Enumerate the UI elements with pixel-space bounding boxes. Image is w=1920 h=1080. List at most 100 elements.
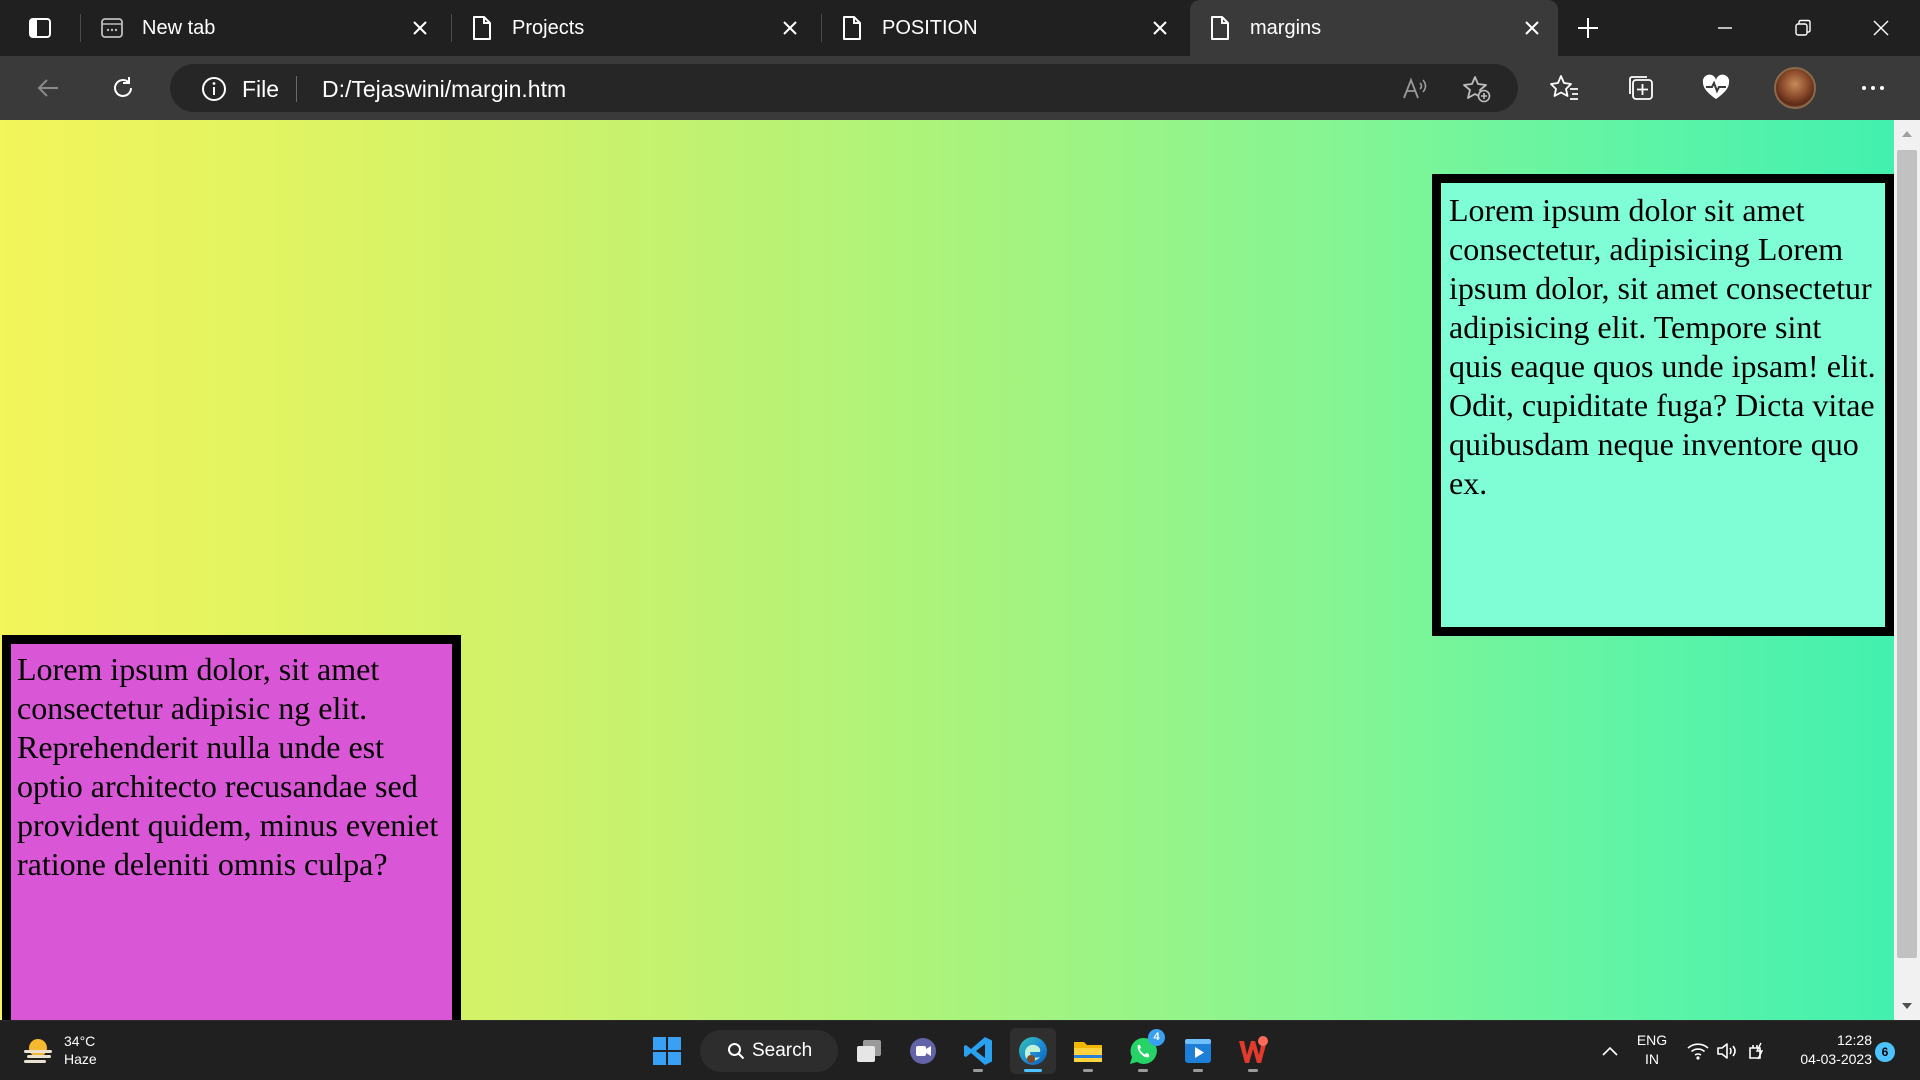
heart-pulse-icon	[1702, 74, 1730, 99]
notification-count-badge[interactable]: 6	[1875, 1042, 1895, 1062]
favorites-button[interactable]	[1545, 68, 1585, 108]
refresh-icon	[114, 77, 132, 97]
whatsapp-badge: 4	[1148, 1029, 1165, 1046]
close-tab-icon[interactable]	[406, 14, 434, 42]
task-view-icon	[857, 1040, 881, 1062]
profile-avatar[interactable]	[1774, 67, 1816, 109]
vertical-scrollbar[interactable]	[1894, 120, 1920, 1020]
task-view-button[interactable]	[846, 1028, 892, 1074]
more-dots-icon	[1862, 86, 1884, 90]
running-indicator	[973, 1069, 983, 1072]
tab-actions-icon	[29, 18, 51, 38]
edge-button[interactable]	[1010, 1028, 1056, 1074]
clock-date: 04-03-2023	[1800, 1051, 1872, 1067]
browser-toolbar: File D:/Tejaswini/margin.htm	[0, 56, 1920, 120]
start-button[interactable]	[644, 1028, 690, 1074]
document-icon	[1208, 15, 1232, 41]
tab-title: Projects	[512, 17, 585, 39]
read-aloud-icon[interactable]	[1400, 74, 1430, 104]
page-viewport: Lorem ipsum dolor sit amet consectetur, …	[0, 120, 1920, 1020]
taskbar-clock[interactable]: 12:28 04-03-2023	[1778, 1031, 1872, 1069]
running-indicator	[1248, 1069, 1258, 1072]
running-indicator	[1138, 1069, 1148, 1072]
windows-taskbar: 34°C Haze Search 4 ENG IN 12:28 04-03-20…	[0, 1020, 1920, 1080]
favorites-icon	[1550, 75, 1578, 100]
start-icon	[653, 1037, 681, 1065]
search-icon	[726, 1041, 746, 1061]
add-favorite-icon[interactable]	[1462, 74, 1492, 104]
scroll-down-arrow[interactable]	[1894, 992, 1920, 1020]
tab-title: margins	[1250, 17, 1322, 39]
close-tab-icon[interactable]	[776, 14, 804, 42]
plus-icon	[1578, 18, 1598, 38]
clock-time: 12:28	[1836, 1032, 1872, 1048]
teams-chat-button[interactable]	[900, 1028, 946, 1074]
browser-essentials-button[interactable]	[1696, 68, 1736, 108]
back-arrow-icon	[37, 79, 58, 97]
tab-separator	[80, 14, 81, 42]
active-app-indicator	[1024, 1069, 1042, 1072]
weather-widget[interactable]: 34°C Haze	[20, 1029, 140, 1073]
teams-chat-icon	[910, 1038, 936, 1064]
media-player-icon	[1185, 1039, 1211, 1063]
tab-projects[interactable]: Projects	[452, 0, 816, 56]
chevron-up-icon	[1602, 1046, 1618, 1056]
wps-office-icon	[1239, 1036, 1268, 1063]
restore-icon	[1795, 19, 1811, 36]
settings-more-button[interactable]	[1853, 68, 1893, 108]
file-explorer-icon	[1074, 1042, 1102, 1062]
address-separator	[296, 76, 297, 102]
margin-box-right: Lorem ipsum dolor sit amet consectetur, …	[1432, 174, 1894, 636]
collections-button[interactable]	[1621, 68, 1661, 108]
refresh-button[interactable]	[103, 68, 143, 108]
tab-new-tab[interactable]: New tab	[82, 0, 446, 56]
search-label: Search	[752, 1040, 813, 1061]
weather-description: Haze	[64, 1051, 97, 1067]
tab-actions-menu-button[interactable]	[20, 12, 60, 44]
tab-title: New tab	[142, 17, 216, 39]
edge-icon	[1019, 1037, 1047, 1065]
address-bar[interactable]: File D:/Tejaswini/margin.htm	[170, 64, 1518, 112]
haze-sun-icon	[24, 1039, 52, 1063]
restore-button[interactable]	[1776, 6, 1830, 50]
wifi-icon[interactable]	[1686, 1039, 1710, 1063]
minimize-button[interactable]	[1698, 6, 1752, 50]
volume-icon[interactable]	[1715, 1039, 1739, 1063]
tab-position[interactable]: POSITION	[822, 0, 1186, 56]
new-tab-page-icon	[100, 15, 124, 41]
running-indicator	[1193, 1069, 1203, 1072]
input-language-indicator[interactable]: ENG IN	[1632, 1031, 1672, 1069]
language-code: ENG	[1636, 1032, 1668, 1048]
minimize-icon	[1718, 27, 1732, 29]
show-hidden-icons-button[interactable]	[1596, 1037, 1624, 1065]
weather-temperature: 34°C	[64, 1033, 96, 1049]
keyboard-region: IN	[1645, 1051, 1659, 1067]
scheme-label: File	[242, 76, 280, 102]
close-window-button[interactable]	[1854, 6, 1908, 50]
page-body: Lorem ipsum dolor sit amet consectetur, …	[0, 120, 1894, 1020]
tab-title: POSITION	[882, 17, 978, 39]
url-text[interactable]: D:/Tejaswini/margin.htm	[322, 75, 566, 103]
scroll-up-arrow[interactable]	[1894, 120, 1920, 148]
document-icon	[840, 15, 864, 41]
close-tab-icon[interactable]	[1146, 14, 1174, 42]
taskbar-search-box[interactable]: Search	[700, 1030, 838, 1072]
close-tab-icon[interactable]	[1518, 14, 1546, 42]
new-tab-button[interactable]	[1568, 10, 1608, 46]
document-icon	[470, 15, 494, 41]
close-icon	[1873, 20, 1889, 36]
wps-office-button[interactable]	[1230, 1028, 1276, 1074]
tab-margins[interactable]: margins	[1190, 0, 1558, 56]
collections-icon	[1629, 76, 1653, 100]
site-info-icon[interactable]	[200, 75, 228, 103]
battery-charging-icon[interactable]	[1745, 1039, 1769, 1063]
tab-strip: New tab Projects POSITION margins	[0, 0, 1920, 56]
file-explorer-button[interactable]	[1065, 1028, 1111, 1074]
vscode-button[interactable]	[955, 1028, 1001, 1074]
media-player-button[interactable]	[1175, 1028, 1221, 1074]
scrollbar-thumb[interactable]	[1897, 150, 1917, 958]
whatsapp-button[interactable]: 4	[1120, 1028, 1166, 1074]
vscode-icon	[964, 1037, 992, 1065]
margin-box-left: Lorem ipsum dolor, sit amet consectetur …	[2, 635, 461, 1020]
back-button[interactable]	[28, 68, 68, 108]
